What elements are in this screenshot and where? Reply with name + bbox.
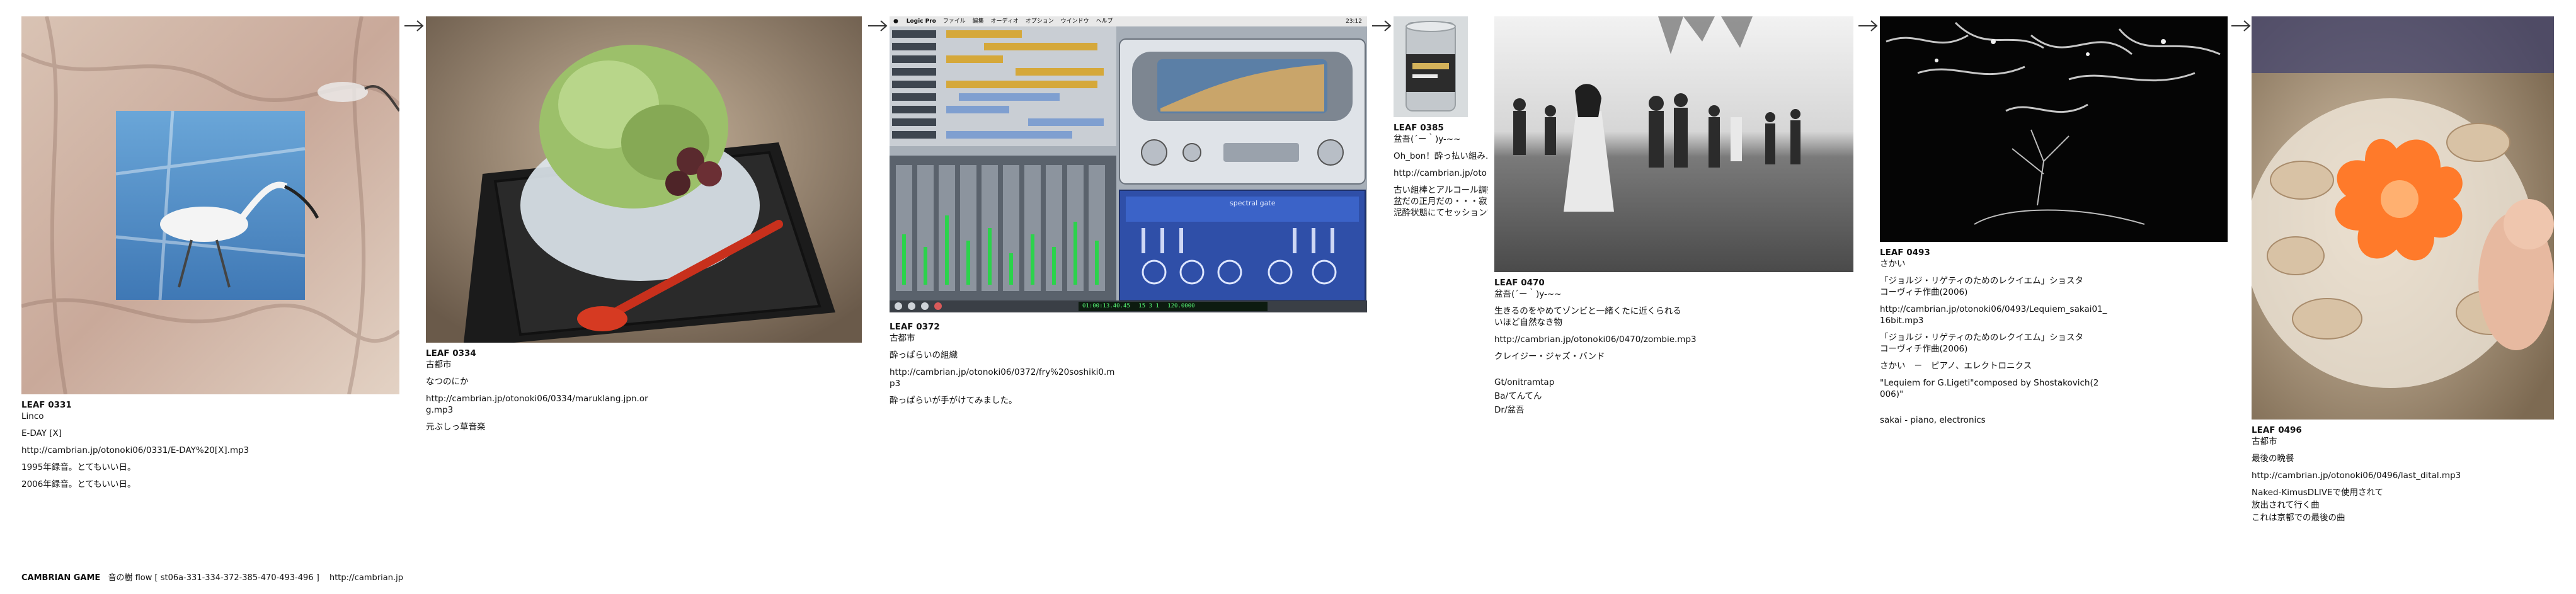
menu-edit[interactable]: 編集 (970, 18, 987, 25)
leaf-title: 酔っぱらいの組織 (890, 350, 958, 360)
leaf-comment: 古い組棒とアルコール調整… (1394, 185, 1488, 195)
leaf-id: LEAF 0334 (426, 348, 476, 358)
menu-audio[interactable]: オーディオ (988, 18, 1021, 25)
menu-options[interactable]: オプション (1023, 18, 1056, 25)
leaf-url[interactable]: http://cambrian.jp/otonoki06/0470/zombie… (1494, 334, 1746, 345)
leaf-title: Oh_bon！酔っ払い組み… (1394, 151, 1488, 161)
leaf-0334: LEAF 0334 古都市 なつのにか http://cambrian.jp/o… (426, 16, 862, 438)
leaf-0496-image[interactable] (2252, 16, 2554, 420)
footer-url[interactable]: http://cambrian.jp (322, 573, 403, 583)
leaf-comment: 006)" (1880, 389, 1904, 399)
leaf-comment: 「ジョルジ・リゲティのためのレクイエム」ショスタ (1880, 333, 2084, 343)
leaf-comment: さかい － ピアノ、エレクトロニクス (1880, 361, 2032, 371)
leaf-0372: ● Logic Pro ファイル 編集 オーディオ オプション ウインドウ ヘル… (890, 16, 1367, 412)
leaf-author: 古都市 (890, 333, 915, 343)
leaf-credit: Ba/てんてん (1494, 391, 1542, 401)
leaf-0385: LEAF 0385 盆吾(´ー｀)y-~~ Oh_bon！酔っ払い組み… htt… (1394, 16, 1488, 224)
leaf-author: 盆吾(´ー｀)y-~~ (1394, 134, 1461, 144)
leaf-author: さかい (1880, 259, 1906, 269)
leaf-url[interactable]: http://cambrian.jp/oto (1394, 168, 1488, 179)
apple-icon[interactable]: ● (890, 18, 902, 25)
rewind-button[interactable] (895, 302, 902, 310)
leaf-author: 盆吾(´ー｀)y-~~ (1494, 289, 1562, 299)
leaf-id: LEAF 0385 (1394, 123, 1444, 133)
footer: CAMBRIAN GAME 音の樹 flow [ st06a-331-334-3… (21, 571, 403, 583)
leaf-title: 最後の晩餐 (2252, 454, 2294, 464)
leaf-0493: LEAF 0493 さかい 「ジョルジ・リゲティのためのレクイエム」ショスタ コ… (1880, 16, 2228, 431)
leaf-credit: sakai - piano, electronics (1880, 415, 1986, 425)
leaf-author: Linco (21, 411, 44, 421)
leaf-0496: LEAF 0496 古都市 最後の晩餐 http://cambrian.jp/o… (2252, 16, 2554, 529)
leaf-url[interactable]: http://cambrian.jp/otonoki06/0331/E-DAY%… (21, 445, 399, 456)
record-button[interactable] (934, 302, 942, 310)
leaf-title-cont: いほど自然なき物 (1494, 317, 1562, 328)
menu-help[interactable]: ヘルプ (1094, 18, 1116, 25)
leaf-0470: LEAF 0470 盆吾(´ー｀)y-~~ 生きるのをやめてゾンビと一緒くたに近… (1494, 16, 1853, 421)
leaf-id: LEAF 0493 (1880, 248, 1930, 258)
daw-workspace (890, 26, 1367, 312)
daw-menubar: ● Logic Pro ファイル 編集 オーディオ オプション ウインドウ ヘル… (890, 16, 1367, 26)
menubar-clock: 23:12 (1346, 18, 1362, 25)
leaf-url[interactable]: http://cambrian.jp/otonoki06/0334/marukl… (426, 393, 665, 404)
leaf-comment: 元ぶしっ草音楽 (426, 422, 486, 432)
leaf-comment: 泥酔状態にてセッションで… (1394, 208, 1488, 218)
leaf-0334-image[interactable] (426, 16, 862, 343)
leaf-url-cont[interactable]: p3 (890, 378, 1142, 389)
leaf-author: 古都市 (2252, 437, 2277, 447)
leaf-title: E-DAY [X] (21, 428, 62, 438)
flow-arrow-icon (1372, 20, 1392, 31)
leaf-credit: Gt/onitramtap (1494, 377, 1555, 387)
menu-app[interactable]: Logic Pro (904, 18, 939, 25)
leaf-title: 生きるのをやめてゾンビと一緒くたに近くられる (1494, 306, 1681, 316)
stop-button[interactable] (921, 302, 929, 310)
flow-arrow-icon (2231, 20, 2251, 31)
leaf-id: LEAF 0372 (890, 322, 940, 332)
leaf-0331-image[interactable] (21, 16, 399, 394)
leaf-credit: Dr/盆吾 (1494, 405, 1525, 415)
leaf-comment: 酔っぱらいが手がけてみました。 (890, 396, 1017, 406)
footer-title[interactable]: CAMBRIAN GAME (21, 573, 100, 583)
leaf-author: 古都市 (426, 360, 452, 370)
leaf-comment: クレイジー・ジャズ・バンド (1494, 351, 1605, 362)
leaf-url[interactable]: http://cambrian.jp/otonoki06/0493/Lequie… (1880, 304, 2138, 315)
leaf-0385-image[interactable] (1394, 16, 1468, 117)
flow-arrow-icon (404, 20, 424, 31)
leaf-title: 「ジョルジ・リゲティのためのレクイエム」ショスタ (1880, 276, 2084, 286)
leaf-url[interactable]: http://cambrian.jp/otonoki06/0372/fry%20… (890, 367, 1142, 378)
footer-flow: 音の樹 flow [ st06a-331-334-372-385-470-493… (108, 573, 319, 583)
leaf-id: LEAF 0496 (2252, 425, 2302, 435)
play-button[interactable] (908, 302, 916, 310)
leaf-title-cont: コーヴィチ作曲(2006) (1880, 287, 1968, 297)
leaf-comment: "Lequiem for G.Ligeti"composed by Shosta… (1880, 378, 2099, 388)
leaf-id: LEAF 0331 (21, 400, 72, 410)
flow-arrow-icon (868, 20, 888, 31)
leaf-comment: Naked-KimusDLIVEで使用されて (2252, 488, 2384, 498)
leaf-comment: コーヴィチ作曲(2006) (1880, 344, 1968, 354)
menu-window[interactable]: ウインドウ (1058, 18, 1092, 25)
leaf-id: LEAF 0470 (1494, 278, 1545, 288)
flow-arrow-icon (1858, 20, 1878, 31)
leaf-url[interactable]: http://cambrian.jp/otonoki06/0496/last_d… (2252, 470, 2516, 481)
leaf-0470-image[interactable] (1494, 16, 1853, 272)
leaf-url-cont[interactable]: g.mp3 (426, 404, 665, 416)
leaf-comment: 放出されて行く曲 (2252, 500, 2320, 510)
leaf-0493-image[interactable] (1880, 16, 2228, 242)
spectral-gate-title: spectral gate (1230, 199, 1276, 207)
menu-file[interactable]: ファイル (941, 18, 968, 25)
leaf-comment: 1995年録音。とてもいい日。 (21, 462, 136, 472)
leaf-url-cont[interactable]: 16bit.mp3 (1880, 315, 2138, 326)
leaf-title: なつのにか (426, 377, 469, 387)
leaf-0331: LEAF 0331 Linco E-DAY [X] http://cambria… (21, 16, 399, 496)
leaf-comment: 盆だの正月だの・・・寂しくて (1394, 197, 1488, 207)
leaf-comment: 2006年録音。とてもいい日。 (21, 479, 136, 489)
leaf-0372-image[interactable]: ● Logic Pro ファイル 編集 オーディオ オプション ウインドウ ヘル… (890, 16, 1367, 312)
leaf-comment: これは京都での最後の曲 (2252, 513, 2345, 523)
